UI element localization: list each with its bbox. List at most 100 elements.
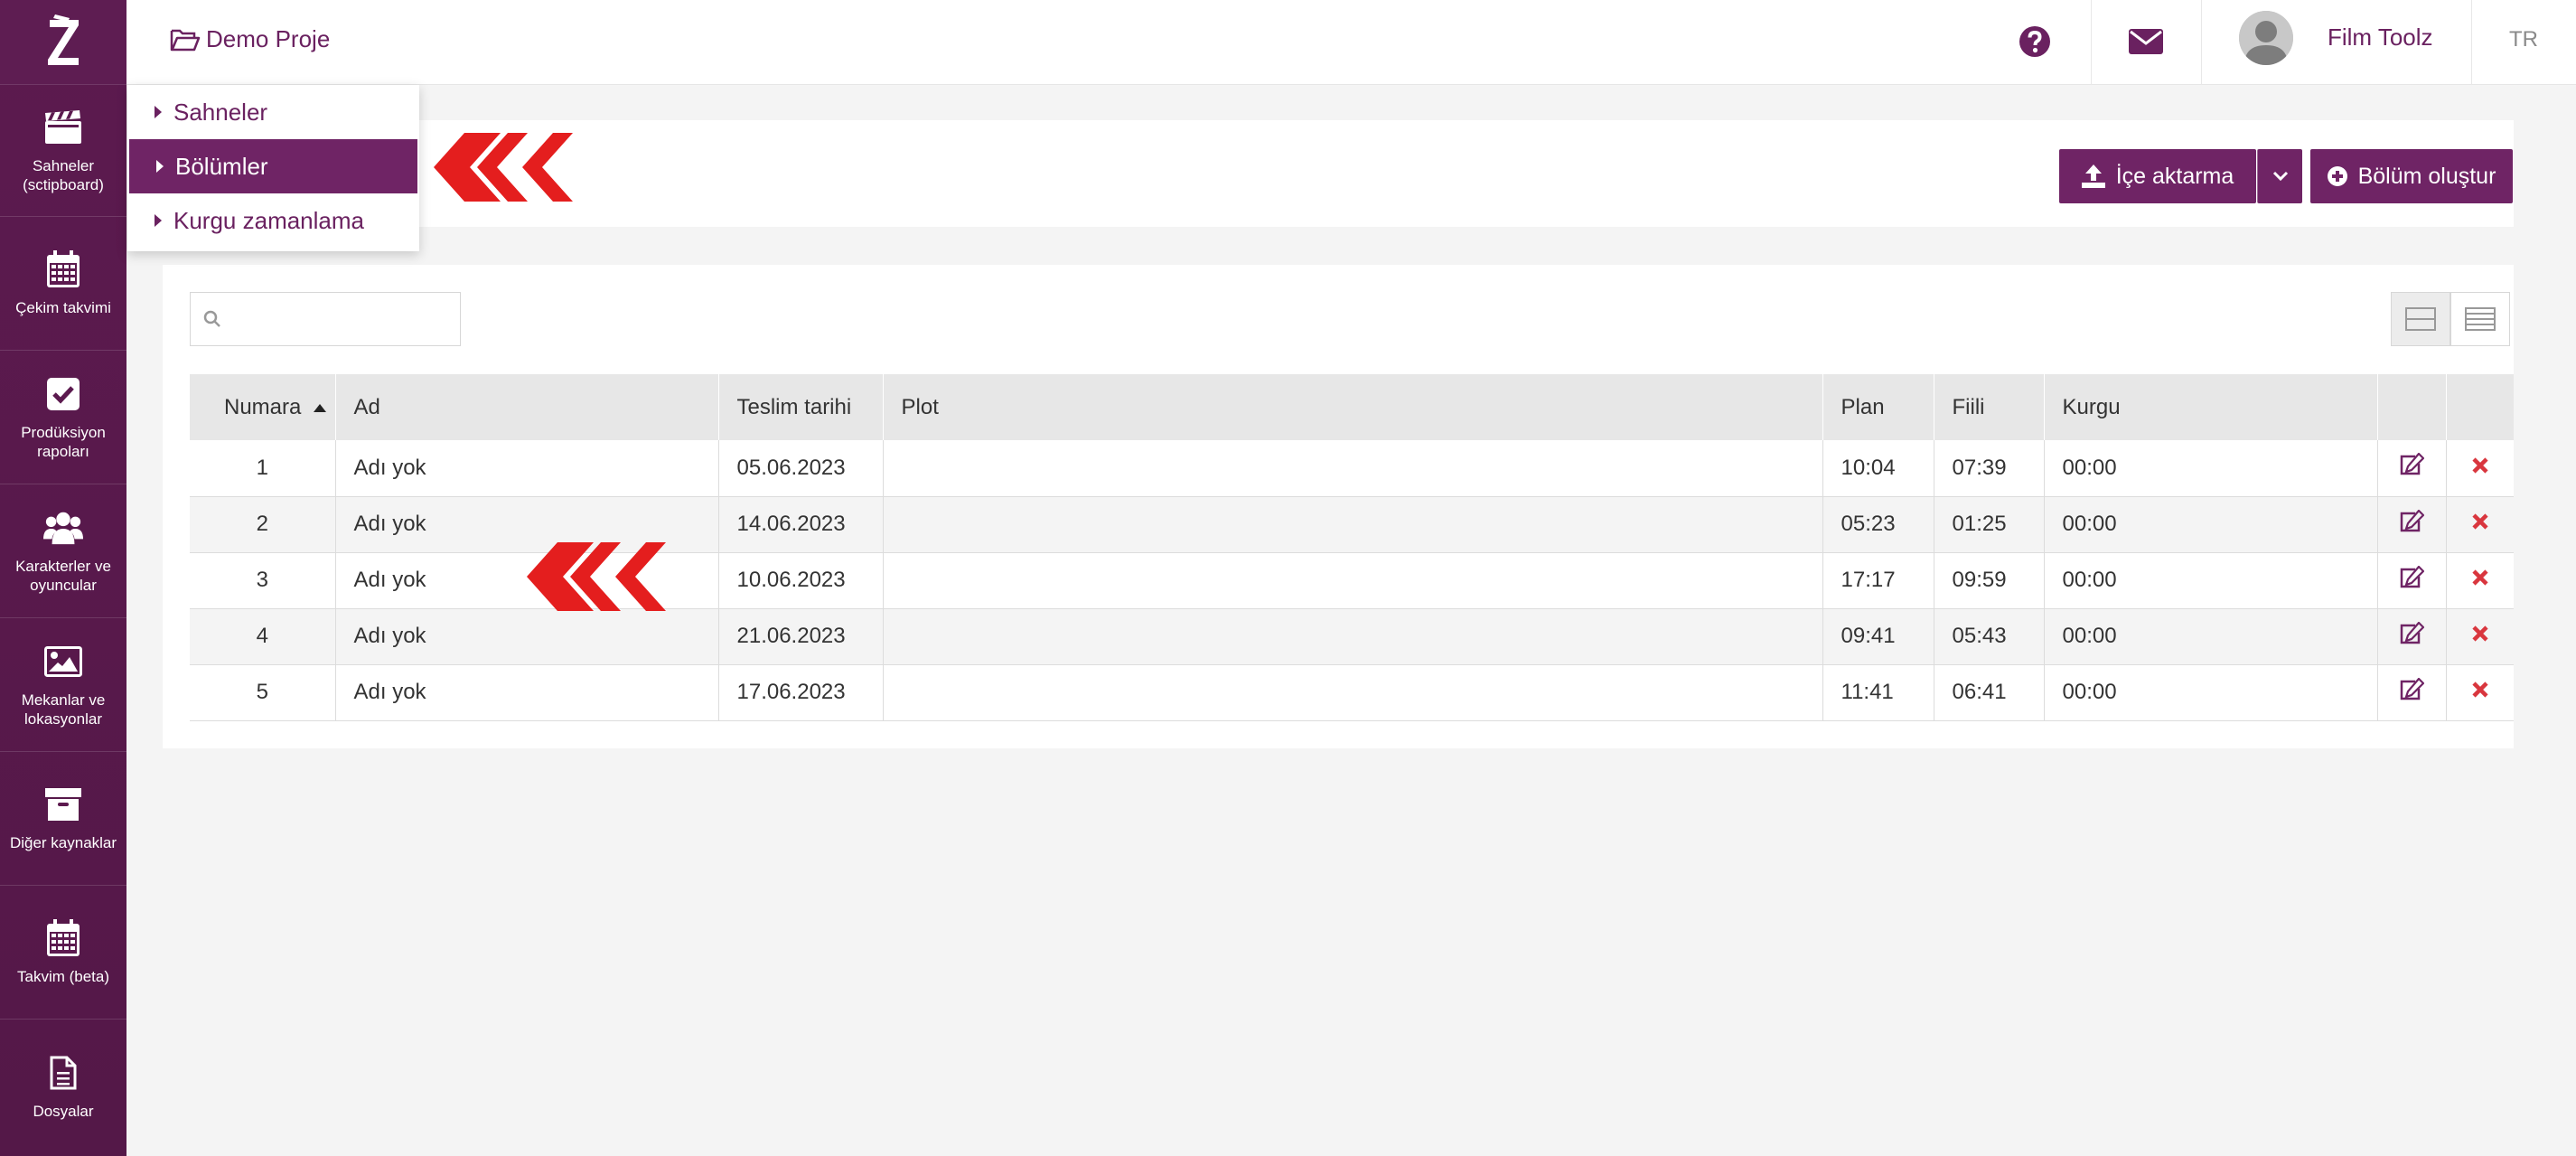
column-header-edit[interactable]: Kurgu — [2044, 374, 2378, 440]
edit-button[interactable] — [2377, 496, 2447, 553]
menu-item-episodes[interactable]: Bölümler — [129, 139, 417, 193]
column-header-delete-action — [2446, 374, 2514, 440]
cell-number: 1 — [190, 440, 336, 497]
view-compact-toggle[interactable] — [2391, 292, 2450, 346]
list-view-icon — [2465, 307, 2496, 331]
cell-edit-time: 00:00 — [2044, 440, 2378, 497]
sidebar-item-production-reports[interactable]: Prodüksiyon rapoları — [0, 351, 126, 484]
help-icon[interactable] — [2017, 23, 2053, 60]
create-episode-button[interactable]: Bölüm oluştur — [2310, 149, 2513, 203]
column-header-plot[interactable]: Plot — [883, 374, 1823, 440]
menu-item-label: Kurgu zamanlama — [173, 206, 364, 234]
close-icon — [2472, 681, 2488, 698]
column-header-plan[interactable]: Plan — [1822, 374, 1934, 440]
sidebar-item-label: Çekim takvimi — [15, 299, 111, 316]
edit-button[interactable] — [2377, 552, 2447, 609]
sidebar-item-other-resources[interactable]: Diğer kaynaklar — [0, 752, 126, 886]
sidebar-item-shooting-schedule[interactable]: Çekim takvimi — [0, 217, 126, 351]
divider — [2091, 0, 2092, 85]
sidebar-item-calendar-beta[interactable]: Takvim (beta) — [0, 886, 126, 1020]
file-icon — [43, 1053, 83, 1093]
cell-plot — [883, 664, 1823, 721]
logo-icon — [48, 14, 79, 65]
checkbox-icon — [43, 374, 83, 414]
calendar-icon — [43, 918, 83, 958]
cell-plan: 11:41 — [1822, 664, 1934, 721]
sidebar-item-files[interactable]: Dosyalar — [0, 1020, 126, 1153]
cell-plan: 17:17 — [1822, 552, 1934, 609]
table-row[interactable]: 4 Adı yok 21.06.2023 09:41 05:43 00:00 — [190, 608, 2514, 665]
divider — [2201, 0, 2202, 85]
column-header-due-date[interactable]: Teslim tarihi — [718, 374, 884, 440]
edit-icon — [2400, 564, 2425, 587]
import-button-label: İçe aktarma — [2115, 163, 2234, 189]
sidebar-item-label: Diğer kaynaklar — [9, 834, 117, 851]
cell-plot — [883, 552, 1823, 609]
cell-due-date: 17.06.2023 — [718, 664, 884, 721]
upload-icon — [2081, 164, 2105, 188]
cell-actual: 05:43 — [1934, 608, 2045, 665]
table-row[interactable]: 5 Adı yok 17.06.2023 11:41 06:41 00:00 — [190, 664, 2514, 721]
edit-button[interactable] — [2377, 608, 2447, 665]
cell-actual: 09:59 — [1934, 552, 2045, 609]
plus-circle-icon — [2327, 166, 2347, 186]
menu-item-edit-timing[interactable]: Kurgu zamanlama — [127, 193, 419, 248]
annotation-chevron-arrow — [527, 542, 666, 611]
column-header-number[interactable]: Numara — [190, 374, 336, 440]
delete-button[interactable] — [2446, 552, 2514, 609]
project-name: Demo Proje — [206, 25, 331, 52]
cell-number: 5 — [190, 664, 336, 721]
mail-icon[interactable] — [2128, 23, 2164, 60]
close-icon — [2472, 625, 2488, 642]
table-header-row: Numara Ad Teslim tarihi Plot Plan Fiili … — [190, 374, 2514, 440]
sidebar: Sahneler (sctipboard) Çekim takvimi Prod… — [0, 0, 126, 1156]
table-row[interactable]: 1 Adı yok 05.06.2023 10:04 07:39 00:00 — [190, 440, 2514, 497]
view-list-toggle[interactable] — [2450, 292, 2510, 346]
import-button[interactable]: İçe aktarma — [2059, 149, 2256, 203]
delete-button[interactable] — [2446, 440, 2514, 497]
sidebar-item-scenes[interactable]: Sahneler (sctipboard) — [0, 85, 126, 217]
cell-plan: 05:23 — [1822, 496, 1934, 553]
edit-icon — [2400, 676, 2425, 700]
calendar-icon — [43, 249, 83, 289]
column-header-actual[interactable]: Fiili — [1934, 374, 2045, 440]
caret-right-icon — [156, 160, 164, 173]
menu-item-label: Bölümler — [175, 152, 268, 180]
cell-due-date: 14.06.2023 — [718, 496, 884, 553]
search-box[interactable] — [190, 292, 461, 346]
create-episode-label: Bölüm oluştur — [2357, 163, 2496, 189]
delete-button[interactable] — [2446, 496, 2514, 553]
cell-actual: 07:39 — [1934, 440, 2045, 497]
column-header-name[interactable]: Ad — [335, 374, 719, 440]
edit-button[interactable] — [2377, 440, 2447, 497]
app-logo[interactable] — [0, 0, 126, 85]
image-icon — [43, 642, 83, 681]
search-input[interactable] — [230, 307, 447, 331]
menu-item-scenes[interactable]: Sahneler — [127, 85, 419, 139]
edit-icon — [2400, 508, 2425, 531]
cell-due-date: 10.06.2023 — [718, 552, 884, 609]
close-icon — [2472, 513, 2488, 530]
delete-button[interactable] — [2446, 664, 2514, 721]
sidebar-item-label: Dosyalar — [33, 1102, 94, 1120]
users-icon — [43, 508, 83, 548]
cell-number: 3 — [190, 552, 336, 609]
language-selector[interactable]: TR — [2509, 27, 2538, 52]
cell-edit-time: 00:00 — [2044, 664, 2378, 721]
delete-button[interactable] — [2446, 608, 2514, 665]
edit-button[interactable] — [2377, 664, 2447, 721]
cell-name: Adı yok — [335, 440, 719, 497]
rows-view-icon — [2405, 307, 2436, 331]
user-name[interactable]: Film Toolz — [2328, 23, 2433, 52]
sidebar-item-locations[interactable]: Mekanlar ve lokasyonlar — [0, 618, 126, 752]
user-menu[interactable] — [2239, 11, 2293, 65]
sidebar-item-label: Takvim (beta) — [16, 968, 110, 985]
edit-icon — [2400, 452, 2425, 475]
import-dropdown-toggle[interactable] — [2257, 149, 2302, 203]
column-header-edit-action — [2377, 374, 2447, 440]
cell-number: 2 — [190, 496, 336, 553]
cell-name: Adı yok — [335, 664, 719, 721]
sidebar-item-characters[interactable]: Karakterler ve oyuncular — [0, 484, 126, 618]
project-selector[interactable]: Demo Proje — [170, 25, 330, 53]
cell-plan: 09:41 — [1822, 608, 1934, 665]
